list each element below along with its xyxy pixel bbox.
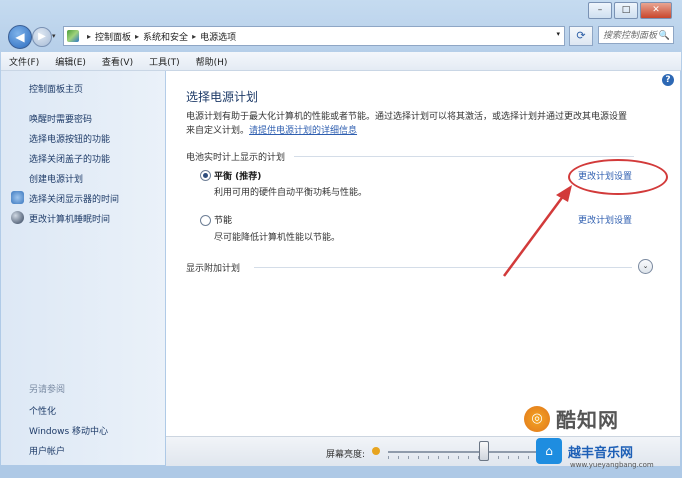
sidebar-item-create-plan[interactable]: 创建电源计划 bbox=[29, 172, 83, 185]
menu-bar: 文件(F) 编辑(E) 查看(V) 工具(T) 帮助(H) bbox=[1, 52, 681, 71]
minimize-button[interactable]: – bbox=[588, 2, 612, 19]
back-button[interactable]: ◀ bbox=[8, 25, 32, 49]
show-additional-plans-label[interactable]: 显示附加计划 bbox=[186, 261, 240, 274]
search-icon[interactable]: 🔍 bbox=[659, 27, 670, 45]
refresh-button[interactable]: ⟳ bbox=[569, 26, 593, 46]
brightness-low-icon bbox=[372, 447, 380, 455]
brightness-slider-thumb[interactable] bbox=[479, 441, 489, 461]
address-bar[interactable]: ▸ 控制面板 ▸ 系统和安全 ▸ 电源选项 ▾ bbox=[63, 26, 565, 46]
control-panel-icon bbox=[67, 30, 79, 42]
menu-edit[interactable]: 编辑(E) bbox=[47, 55, 94, 68]
sidebar-item-lid-close[interactable]: 选择关闭盖子的功能 bbox=[29, 152, 110, 165]
caption-buttons: – □ ✕ bbox=[588, 2, 672, 19]
plans-group-heading: 电池实时计上显示的计划 bbox=[186, 153, 286, 163]
description-line-2: 来自定义计划。请提供电源计划的详细信息 bbox=[186, 124, 656, 138]
sidebar-item-mobility-center[interactable]: Windows 移动中心 bbox=[29, 424, 108, 437]
plan-details-link[interactable]: 请提供电源计划的详细信息 bbox=[249, 126, 357, 136]
plan-balanced-description: 利用可用的硬件自动平衡功耗与性能。 bbox=[214, 188, 368, 198]
brightness-label: 屏幕亮度: bbox=[326, 450, 366, 460]
house-icon: ⌂ bbox=[536, 438, 562, 464]
sidebar-item-user-accounts[interactable]: 用户帐户 bbox=[29, 444, 65, 457]
page-description: 电源计划有助于最大化计算机的性能或者节能。通过选择计划可以将其激活，或选择计划并… bbox=[186, 110, 656, 138]
description-line-1: 电源计划有助于最大化计算机的性能或者节能。通过选择计划可以将其激活，或选择计划并… bbox=[186, 112, 628, 122]
sidebar-item-power-buttons[interactable]: 选择电源按钮的功能 bbox=[29, 132, 110, 145]
watermark: ◎ 酷知网 ⌂ 越丰音乐网 www.yueyangbang.com bbox=[520, 400, 680, 476]
divider bbox=[294, 156, 634, 157]
expand-chevron-icon[interactable]: ⌄ bbox=[638, 259, 653, 274]
plan-saver-radio[interactable] bbox=[200, 215, 211, 226]
sidebar-item-sleep-time[interactable]: 更改计算机睡眠时间 bbox=[29, 212, 110, 225]
control-panel-window: – □ ✕ ◀ ▶ ▾ ▸ 控制面板 ▸ 系统和安全 ▸ 电源选项 ▾ ⟳ 搜索… bbox=[0, 0, 682, 478]
breadcrumb-separator[interactable]: ▸ bbox=[87, 32, 91, 41]
sidebar-item-display-off[interactable]: 选择关闭显示器的时间 bbox=[29, 192, 119, 205]
breadcrumb-separator[interactable]: ▸ bbox=[192, 32, 196, 41]
page-title: 选择电源计划 bbox=[186, 90, 259, 104]
sidebar-item-personalization[interactable]: 个性化 bbox=[29, 404, 56, 417]
breadcrumb-control-panel[interactable]: 控制面板 bbox=[95, 30, 131, 43]
plan-balanced-name[interactable]: 平衡 (推荐) bbox=[214, 169, 261, 182]
breadcrumb-power-options[interactable]: 电源选项 bbox=[200, 30, 236, 43]
sleep-icon bbox=[11, 211, 24, 224]
forward-button[interactable]: ▶ bbox=[32, 27, 52, 47]
breadcrumb-system-security[interactable]: 系统和安全 bbox=[143, 30, 188, 43]
brightness-slider-ticks bbox=[388, 456, 538, 459]
search-input[interactable]: 搜索控制面板 🔍 bbox=[598, 26, 674, 44]
sidebar: 控制面板主页 唤醒时需要密码 选择电源按钮的功能 选择关闭盖子的功能 创建电源计… bbox=[1, 71, 165, 465]
watermark-url: www.yueyangbang.com bbox=[570, 461, 654, 469]
watermark-brand: 酷知网 bbox=[556, 408, 619, 432]
menu-view[interactable]: 查看(V) bbox=[94, 55, 141, 68]
close-button[interactable]: ✕ bbox=[640, 2, 672, 19]
menu-file[interactable]: 文件(F) bbox=[1, 55, 47, 68]
maximize-button[interactable]: □ bbox=[614, 2, 638, 19]
menu-help[interactable]: 帮助(H) bbox=[188, 55, 236, 68]
display-icon bbox=[11, 191, 24, 204]
menu-tools[interactable]: 工具(T) bbox=[141, 55, 188, 68]
plan-saver-name[interactable]: 节能 bbox=[214, 213, 232, 226]
watermark-brand-2: 越丰音乐网 bbox=[568, 446, 634, 461]
sidebar-item-home[interactable]: 控制面板主页 bbox=[29, 82, 83, 95]
annotation-arrow bbox=[502, 185, 572, 277]
breadcrumb-separator[interactable]: ▸ bbox=[135, 32, 139, 41]
navigation-bar: ◀ ▶ ▾ ▸ 控制面板 ▸ 系统和安全 ▸ 电源选项 ▾ ⟳ 搜索控制面板 🔍 bbox=[6, 24, 676, 49]
watermark-logo-icon: ◎ bbox=[524, 406, 550, 432]
description-prefix: 来自定义计划。 bbox=[186, 126, 250, 136]
plan-saver-description: 尽可能降低计算机性能以节能。 bbox=[214, 233, 341, 243]
recent-pages-dropdown[interactable]: ▾ bbox=[52, 32, 56, 40]
help-icon[interactable]: ? bbox=[662, 74, 674, 86]
brightness-slider-track[interactable] bbox=[388, 451, 538, 453]
search-placeholder: 搜索控制面板 bbox=[603, 31, 658, 41]
see-also-heading: 另请参阅 bbox=[29, 385, 66, 395]
sidebar-item-wake-password[interactable]: 唤醒时需要密码 bbox=[29, 112, 92, 125]
chevron-down-icon[interactable]: ▾ bbox=[556, 30, 560, 38]
plan-balanced-radio[interactable] bbox=[200, 170, 211, 181]
